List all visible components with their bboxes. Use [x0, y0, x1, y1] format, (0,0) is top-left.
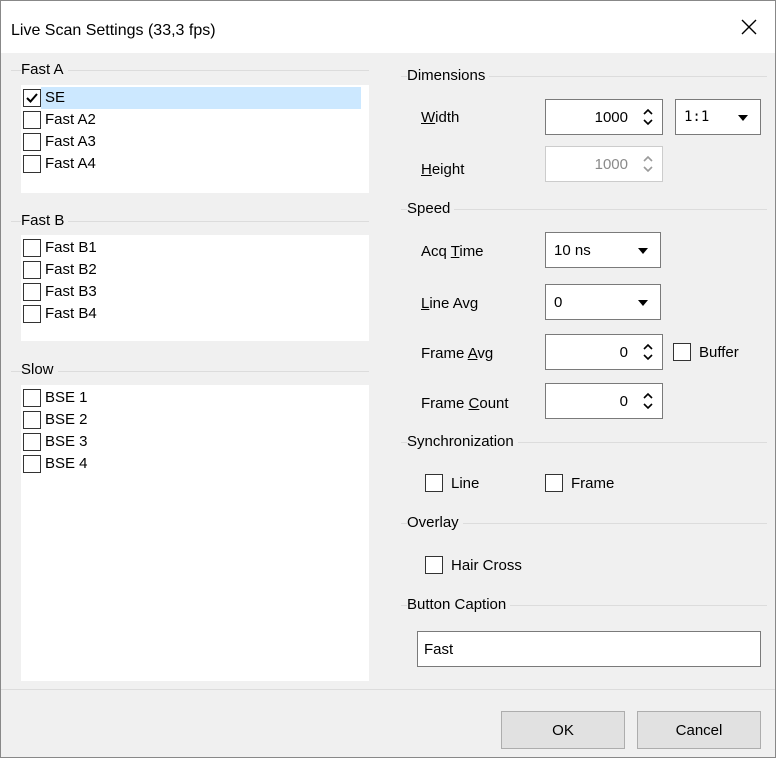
checkbox-fast-b2[interactable] — [23, 261, 41, 279]
checkbox-fast-a3[interactable] — [23, 133, 41, 151]
checkbox-bse-3[interactable] — [23, 433, 41, 451]
close-button[interactable] — [723, 1, 775, 53]
hair-cross-checkbox[interactable] — [425, 556, 443, 574]
hair-cross-checkbox-row[interactable]: Hair Cross — [425, 556, 522, 574]
list-item-label: Fast A3 — [45, 133, 96, 150]
list-item-se[interactable]: SE — [23, 87, 361, 109]
sync-frame-checkbox[interactable] — [545, 474, 563, 492]
list-item-bse-4[interactable]: BSE 4 — [23, 453, 361, 475]
acq-time-label: Acq Time — [421, 243, 484, 260]
list-item-label: Fast B4 — [45, 305, 97, 322]
button-caption-input[interactable]: Fast — [417, 631, 761, 667]
acq-time-value: 10 ns — [554, 242, 591, 259]
checkbox-bse-1[interactable] — [23, 389, 41, 407]
speed-section-label: Speed — [407, 200, 455, 217]
ratio-dropdown[interactable]: 1:1 — [675, 99, 761, 135]
frame-avg-label: Frame Avg — [421, 345, 494, 362]
list-item-fast-b1[interactable]: Fast B1 — [23, 237, 361, 259]
list-item-fast-b3[interactable]: Fast B3 — [23, 281, 361, 303]
height-spinbox: 1000 — [545, 146, 663, 182]
hair-cross-label: Hair Cross — [451, 556, 522, 574]
cancel-button[interactable]: Cancel — [637, 711, 761, 749]
list-item-label: Fast B1 — [45, 239, 97, 256]
list-item-fast-b4[interactable]: Fast B4 — [23, 303, 361, 325]
fast-a-group-label: Fast A — [21, 61, 68, 78]
checkbox-se[interactable] — [23, 89, 41, 107]
checkbox-fast-b4[interactable] — [23, 305, 41, 323]
list-item-label: BSE 1 — [45, 389, 88, 406]
list-item-label: Fast A2 — [45, 111, 96, 128]
list-item-bse-1[interactable]: BSE 1 — [23, 387, 361, 409]
line-avg-value: 0 — [554, 294, 563, 311]
width-value: 1000 — [594, 109, 628, 126]
checkbox-fast-a4[interactable] — [23, 155, 41, 173]
checkmark-icon — [26, 93, 38, 103]
slow-group-label: Slow — [21, 361, 58, 378]
width-spinbox[interactable]: 1000 — [545, 99, 663, 135]
list-item-label: Fast A4 — [45, 155, 96, 172]
chevron-down-icon — [638, 248, 648, 254]
ratio-value: 1:1 — [684, 109, 710, 125]
checkbox-bse-2[interactable] — [23, 411, 41, 429]
sync-line-checkbox[interactable] — [425, 474, 443, 492]
list-item-label: Fast B3 — [45, 283, 97, 300]
line-avg-label: Line Avg — [421, 295, 479, 312]
list-item-fast-a3[interactable]: Fast A3 — [23, 131, 361, 153]
synchronization-section-label: Synchronization — [407, 433, 518, 450]
height-value: 1000 — [594, 156, 628, 173]
frame-count-spinbox[interactable]: 0 — [545, 383, 663, 419]
ok-button-label: OK — [552, 721, 574, 739]
dimensions-section-label: Dimensions — [407, 67, 490, 84]
width-label: Width — [421, 109, 460, 126]
button-caption-value: Fast — [424, 641, 454, 658]
checkbox-fast-a2[interactable] — [23, 111, 41, 129]
spin-arrows-icon[interactable] — [642, 342, 654, 362]
list-item-label: Fast B2 — [45, 261, 97, 278]
fast-b-list[interactable]: Fast B1 Fast B2 Fast B3 Fast B4 — [21, 235, 369, 341]
line-avg-dropdown[interactable]: 0 — [545, 284, 661, 320]
title-bar: Live Scan Settings (33,3 fps) — [1, 1, 775, 53]
frame-avg-spinbox[interactable]: 0 — [545, 334, 663, 370]
spin-arrows-icon[interactable] — [642, 107, 654, 127]
checkbox-fast-b3[interactable] — [23, 283, 41, 301]
spin-arrows-icon[interactable] — [642, 391, 654, 411]
list-item-fast-a2[interactable]: Fast A2 — [23, 109, 361, 131]
list-item-label: BSE 3 — [45, 433, 88, 450]
list-item-bse-2[interactable]: BSE 2 — [23, 409, 361, 431]
chevron-down-icon — [738, 115, 748, 121]
close-icon — [741, 19, 757, 35]
overlay-section-label: Overlay — [407, 514, 463, 531]
buffer-label: Buffer — [699, 343, 739, 361]
frame-count-label: Frame Count — [421, 395, 509, 412]
frame-count-value: 0 — [619, 393, 628, 410]
checkbox-bse-4[interactable] — [23, 455, 41, 473]
cancel-button-label: Cancel — [675, 721, 723, 739]
sync-line-checkbox-row[interactable]: Line — [425, 474, 479, 492]
height-label: Height — [421, 161, 465, 178]
window-title: Live Scan Settings (33,3 fps) — [11, 22, 216, 39]
sync-line-label: Line — [451, 474, 480, 492]
list-item-bse-3[interactable]: BSE 3 — [23, 431, 361, 453]
fast-a-list[interactable]: SE Fast A2 Fast A3 Fast A4 — [21, 85, 369, 193]
spin-arrows-icon — [643, 155, 653, 173]
checkbox-fast-b1[interactable] — [23, 239, 41, 257]
ok-button[interactable]: OK — [501, 711, 625, 749]
buffer-checkbox[interactable] — [673, 343, 691, 361]
sync-frame-checkbox-row[interactable]: Frame — [545, 474, 614, 492]
button-caption-section-label: Button Caption — [407, 596, 511, 613]
acq-time-dropdown[interactable]: 10 ns — [545, 232, 661, 268]
list-item-label: BSE 2 — [45, 411, 88, 428]
chevron-down-icon — [638, 300, 648, 306]
buffer-checkbox-row[interactable]: Buffer — [673, 343, 739, 361]
list-item-fast-a4[interactable]: Fast A4 — [23, 153, 361, 175]
sync-frame-label: Frame — [571, 474, 615, 492]
list-item-label: SE — [41, 87, 361, 109]
list-item-fast-b2[interactable]: Fast B2 — [23, 259, 361, 281]
list-item-label: BSE 4 — [45, 455, 88, 472]
slow-list[interactable]: BSE 1 BSE 2 BSE 3 BSE 4 — [21, 385, 369, 681]
live-scan-settings-dialog: Live Scan Settings (33,3 fps) Fast A SE … — [0, 0, 776, 758]
fast-b-group-label: Fast B — [21, 212, 69, 229]
frame-avg-value: 0 — [619, 344, 628, 361]
